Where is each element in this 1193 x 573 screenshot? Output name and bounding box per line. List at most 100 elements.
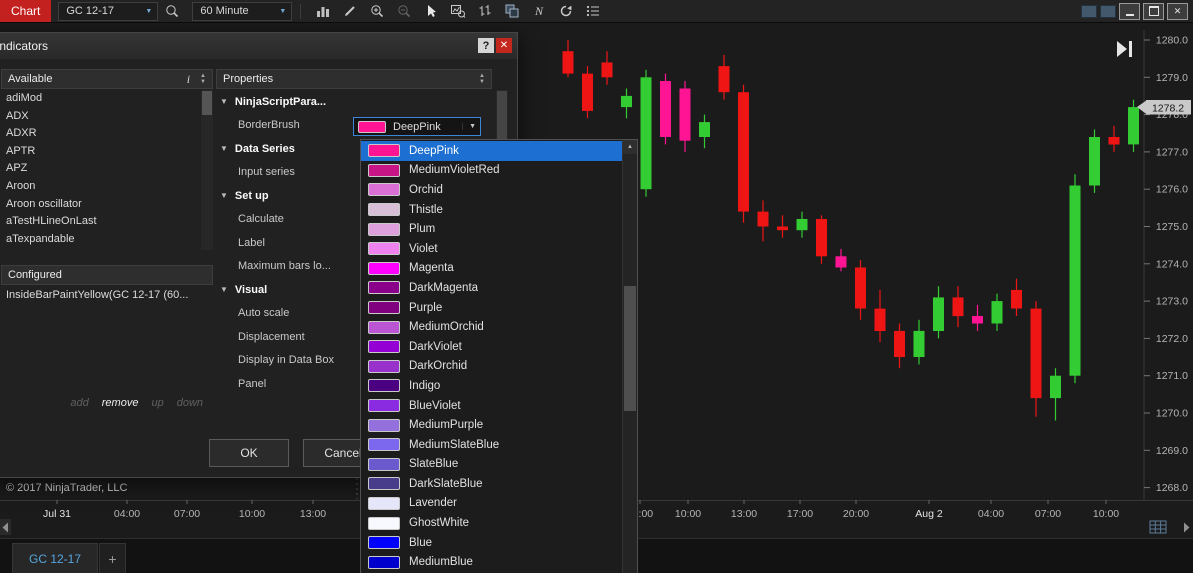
toolbar-panels-button[interactable]	[499, 2, 524, 21]
chart-window: 1280.0 1279.0 1278.0 1277.0 1276.0 1275.0 1274…	[0, 0, 1193, 573]
color-option-darkorchid[interactable]: DarkOrchid	[361, 357, 623, 377]
toolbar-cursor-button[interactable]	[418, 2, 443, 21]
svg-text:04:00: 04:00	[978, 508, 1004, 520]
color-option-indigo[interactable]: Indigo	[361, 376, 623, 396]
color-option-blue[interactable]: Blue	[361, 533, 623, 553]
add-tab-button[interactable]: +	[99, 543, 126, 573]
add-button[interactable]: add	[70, 397, 88, 409]
color-option-label: Purple	[409, 301, 443, 314]
property-label: NinjaScriptPara...	[234, 95, 327, 108]
color-option-mediumslateblue[interactable]: MediumSlateBlue	[361, 435, 623, 455]
down-button[interactable]: down	[177, 397, 203, 409]
maximize-button[interactable]	[1143, 2, 1164, 20]
available-scroll-spinner[interactable]: ▲ ▼	[200, 73, 206, 85]
window-1-button[interactable]	[1081, 4, 1097, 18]
available-indicator-item[interactable]: Aroon oscillator	[1, 196, 213, 214]
svg-text:N: N	[534, 4, 544, 18]
svg-text:1272.0: 1272.0	[1156, 333, 1188, 345]
toolbar-pencil-button[interactable]	[337, 2, 362, 21]
available-indicator-item[interactable]: adiMod	[1, 90, 213, 108]
color-option-blueviolet[interactable]: BlueViolet	[361, 396, 623, 416]
available-indicator-item[interactable]: APZ	[1, 160, 213, 178]
dialog-close-button[interactable]: ✕	[496, 38, 512, 53]
tab-gc-12-17[interactable]: GC 12-17	[12, 543, 98, 573]
toolbar-reload-button[interactable]	[553, 2, 578, 21]
configured-indicator-item[interactable]: InsideBarPaintYellow(GC 12-17 (60...	[1, 287, 213, 305]
color-option-lavender[interactable]: Lavender	[361, 494, 623, 514]
color-swatch	[368, 379, 400, 393]
color-option-darkslateblue[interactable]: DarkSlateBlue	[361, 474, 623, 494]
chevron-down-icon: ▼	[145, 7, 153, 15]
collapse-triangle-icon[interactable]: ▼	[220, 97, 228, 106]
color-swatch	[368, 163, 400, 177]
svg-text:04:00: 04:00	[114, 508, 140, 520]
toolbar-bar-size-button[interactable]	[472, 2, 497, 21]
instrument-select[interactable]: GC 12-17 ▼	[58, 1, 159, 21]
scroll-right-icon	[1184, 522, 1190, 533]
color-swatch	[368, 438, 400, 452]
properties-scroll-spinner[interactable]: ▲ ▼	[479, 73, 485, 85]
toolbar-bar-chart-button[interactable]	[310, 2, 335, 21]
color-option-slateblue[interactable]: SlateBlue	[361, 455, 623, 475]
popup-scrollbar[interactable]: ▲	[622, 140, 637, 573]
color-option-darkviolet[interactable]: DarkViolet	[361, 337, 623, 357]
interval-select[interactable]: 60 Minute ▼	[192, 1, 293, 21]
instrument-select-value: GC 12-17	[66, 5, 115, 17]
color-option-orchid[interactable]: Orchid	[361, 180, 623, 200]
color-option-mediumpurple[interactable]: MediumPurple	[361, 415, 623, 435]
color-option-label: Blue	[409, 536, 433, 549]
color-option-mediumvioletred[interactable]: MediumVioletRed	[361, 161, 623, 181]
svg-text:1280.0: 1280.0	[1156, 35, 1188, 47]
ok-button[interactable]: OK	[209, 439, 289, 467]
available-scrollbar[interactable]	[201, 90, 213, 250]
color-option-magenta[interactable]: Magenta	[361, 259, 623, 279]
up-button[interactable]: up	[151, 397, 163, 409]
border-brush-value: DeepPink	[393, 120, 441, 133]
color-option-mediumorchid[interactable]: MediumOrchid	[361, 317, 623, 337]
info-icon[interactable]: i	[187, 72, 200, 87]
close-button[interactable]: ✕	[1167, 2, 1188, 20]
color-option-darkmagenta[interactable]: DarkMagenta	[361, 278, 623, 298]
available-indicator-item[interactable]: Aroon	[1, 178, 213, 196]
toolbar-zoom-in-button[interactable]	[364, 2, 389, 21]
color-option-plum[interactable]: Plum	[361, 219, 623, 239]
popup-scrollbar-thumb[interactable]	[624, 286, 636, 411]
color-option-purple[interactable]: Purple	[361, 298, 623, 318]
color-option-violet[interactable]: Violet	[361, 239, 623, 259]
toolbar-zoom-out-button[interactable]	[391, 2, 416, 21]
help-button[interactable]: ?	[478, 38, 494, 53]
color-option-label: BlueViolet	[409, 399, 461, 412]
minimize-button[interactable]	[1119, 2, 1140, 20]
color-option-mediumblue[interactable]: MediumBlue	[361, 552, 623, 572]
collapse-triangle-icon[interactable]: ▼	[220, 285, 228, 294]
maximize-icon	[1148, 6, 1159, 16]
available-scrollbar-thumb[interactable]	[202, 91, 212, 115]
color-option-ghostwhite[interactable]: GhostWhite	[361, 513, 623, 533]
collapse-triangle-icon[interactable]: ▼	[220, 191, 228, 200]
color-option-label: Orchid	[409, 183, 443, 196]
color-swatch	[358, 120, 386, 133]
available-indicator-item[interactable]: aTestHLineOnLast	[1, 213, 213, 231]
property-row-ninjascriptpara[interactable]: ▼ NinjaScriptPara...	[216, 90, 492, 114]
available-indicator-item[interactable]: ADX	[1, 108, 213, 126]
dialog-title[interactable]: Indicators	[0, 33, 517, 59]
scroll-up-icon[interactable]: ▲	[623, 140, 637, 154]
toolbar-properties-list-button[interactable]	[580, 2, 605, 21]
reload-icon	[560, 5, 572, 17]
available-indicator-item[interactable]: APTR	[1, 143, 213, 161]
toolbar-search-button[interactable]	[159, 2, 184, 21]
color-option-label: DarkMagenta	[409, 281, 479, 294]
toolbar-chart-inspect-button[interactable]	[445, 2, 470, 21]
remove-button[interactable]: remove	[102, 397, 139, 409]
color-swatch	[368, 555, 400, 569]
collapse-triangle-icon[interactable]: ▼	[220, 144, 228, 153]
color-option-thistle[interactable]: Thistle	[361, 200, 623, 220]
available-indicator-item[interactable]: ADXR	[1, 125, 213, 143]
color-option-deeppink[interactable]: DeepPink	[361, 141, 623, 161]
available-indicator-item[interactable]: aTexpandable	[1, 231, 213, 249]
border-brush-combo[interactable]: DeepPink ▼	[353, 117, 481, 136]
window-2-button[interactable]	[1100, 4, 1116, 18]
property-label: Maximum bars lo...	[238, 260, 331, 273]
toolbar-ninjascript-button[interactable]: N	[526, 2, 551, 21]
color-swatch	[368, 516, 400, 530]
